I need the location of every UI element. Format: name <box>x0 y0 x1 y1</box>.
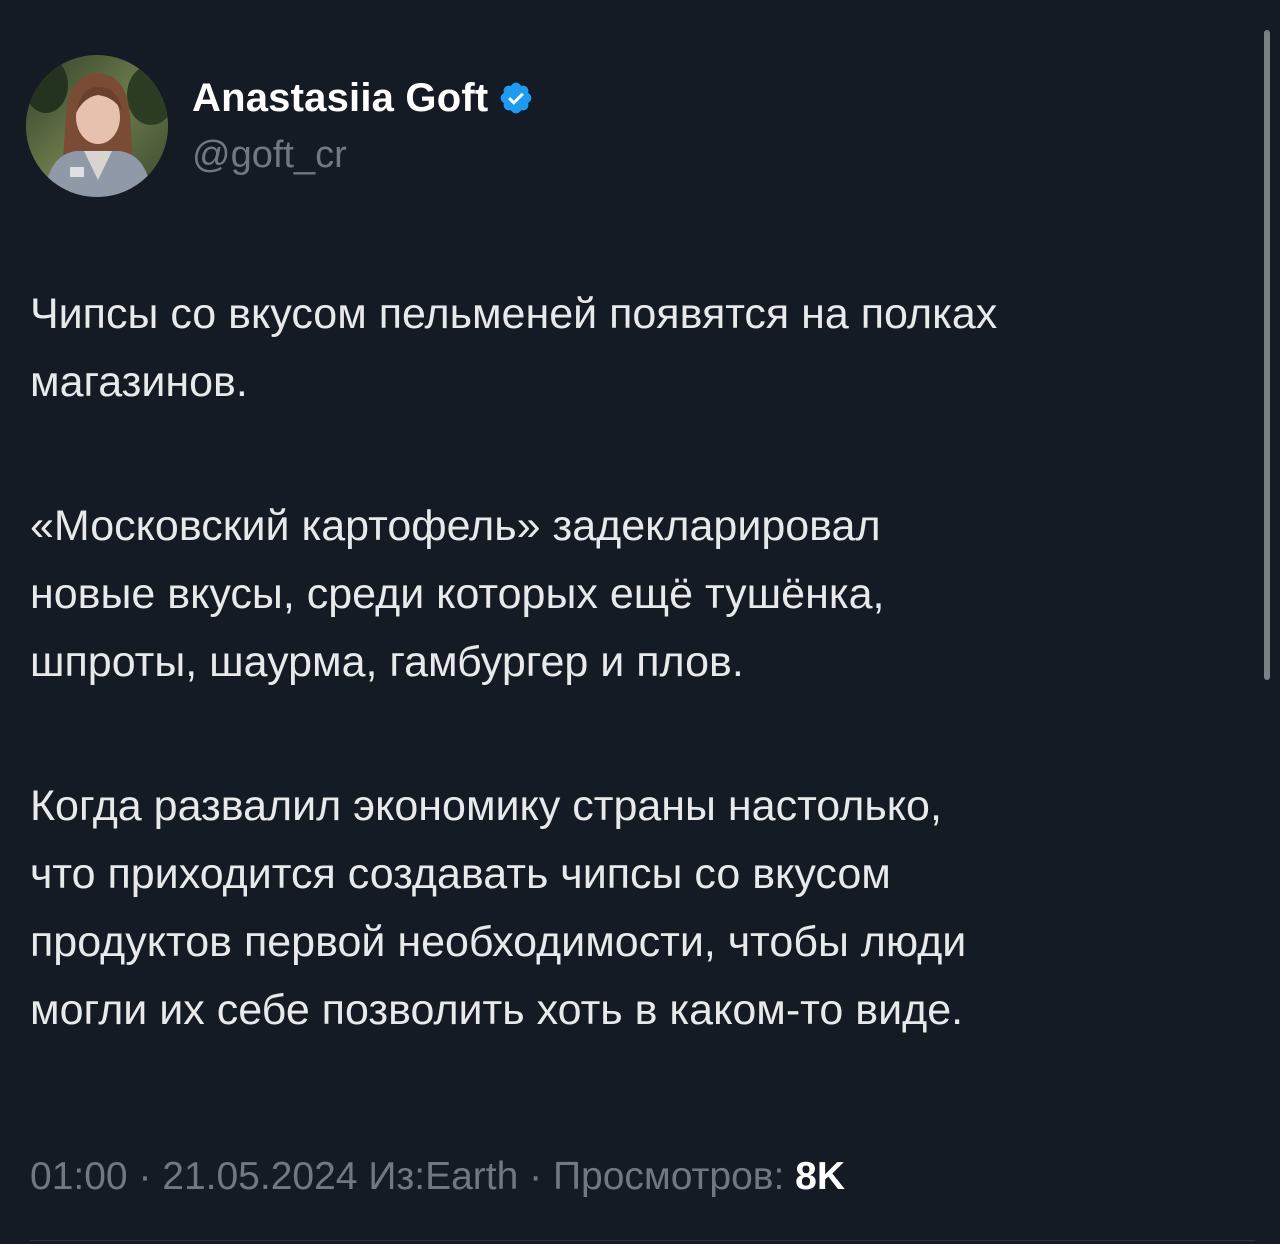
author-name-row: Anastasiia Goft <box>192 74 534 122</box>
views-label: Просмотров: <box>552 1155 785 1198</box>
tweet-date[interactable]: 21.05.2024 <box>162 1155 357 1198</box>
meta-separator: · <box>127 1155 163 1198</box>
tweet-time[interactable]: 01:00 <box>30 1155 128 1198</box>
author-display-name[interactable]: Anastasiia Goft <box>192 76 488 121</box>
meta-separator: · <box>518 1155 553 1198</box>
author-handle[interactable]: @goft_cr <box>192 134 347 177</box>
scrollbar[interactable] <box>1264 30 1270 680</box>
divider <box>30 1240 1255 1241</box>
tweet-text: Чипсы со вкусом пельменей появятся на по… <box>30 280 1255 1120</box>
tweet-paragraph: Когда развалил экономику страны настольк… <box>30 782 967 1034</box>
views-count[interactable]: 8K <box>795 1155 845 1198</box>
tweet-source: Из:Earth <box>368 1155 519 1198</box>
tweet-paragraph: Чипсы со вкусом пельменей появятся на по… <box>30 290 998 406</box>
verified-badge-icon <box>498 80 534 116</box>
avatar[interactable] <box>26 55 168 197</box>
tweet-paragraph: «Московский картофель» задекларировал но… <box>30 502 885 686</box>
avatar-image <box>26 55 168 197</box>
tweet: Anastasiia Goft @goft_cr Чипсы со вкусом… <box>0 0 1280 1244</box>
tweet-meta: 01:00 · 21.05.2024 Из:Earth · Просмотров… <box>30 1155 845 1199</box>
